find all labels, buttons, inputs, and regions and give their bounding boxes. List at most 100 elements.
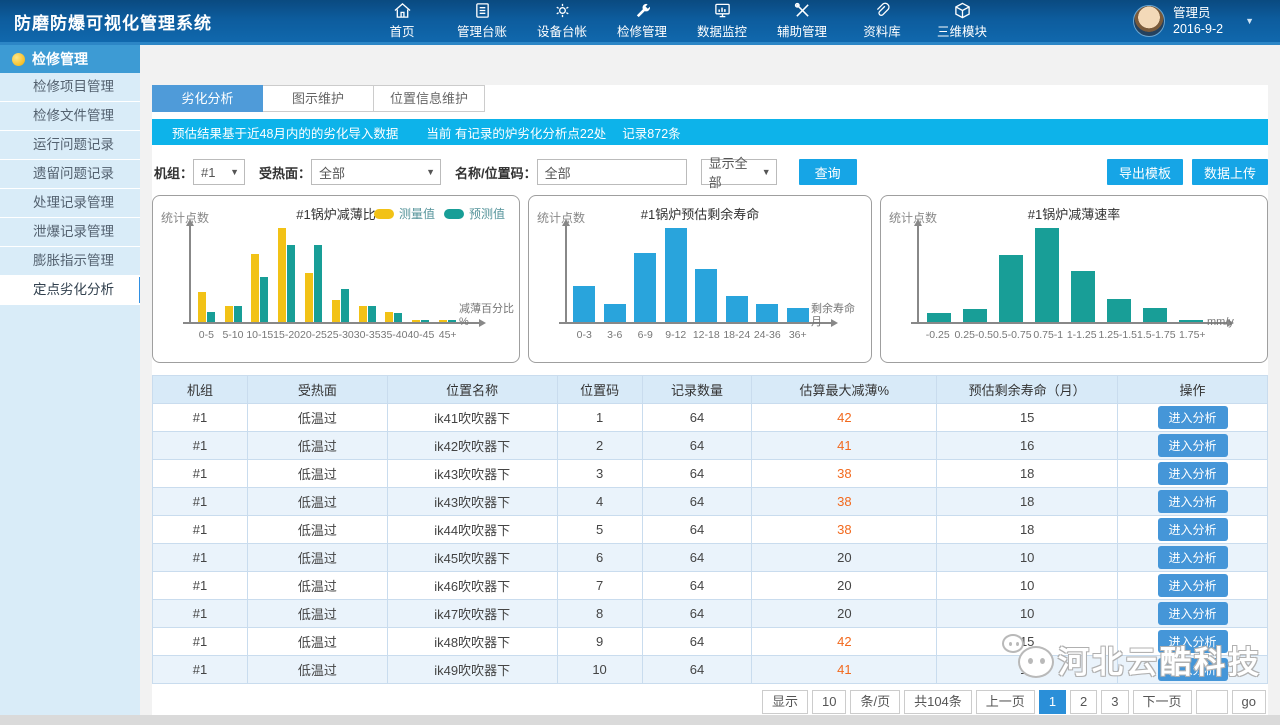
x-axis xyxy=(559,322,831,324)
tab-degradation-analysis[interactable]: 劣化分析 xyxy=(152,85,263,112)
table-cell: ik42吹吹器下 xyxy=(387,432,557,460)
table-cell: 64 xyxy=(642,628,752,656)
nav-ledger[interactable]: 管理台账 xyxy=(442,2,522,40)
table-cell: 20 xyxy=(752,544,937,572)
surface-select[interactable]: 全部▼ xyxy=(311,159,441,185)
nav-home[interactable]: 首页 xyxy=(362,2,442,40)
page-number-3[interactable]: 3 xyxy=(1101,690,1128,714)
home-icon xyxy=(393,2,412,19)
nav-3d-module[interactable]: 三维模块 xyxy=(922,2,1002,40)
table-cell: 低温过 xyxy=(247,628,387,656)
enter-analysis-button[interactable]: 进入分析 xyxy=(1158,602,1228,625)
bar-group xyxy=(434,228,461,322)
y-axis xyxy=(565,226,567,324)
enter-analysis-button[interactable]: 进入分析 xyxy=(1158,630,1228,653)
legend-label: 预测值 xyxy=(469,205,505,222)
data-upload-button[interactable]: 数据上传 xyxy=(1192,159,1268,185)
search-button[interactable]: 查询 xyxy=(799,159,857,185)
user-avatar xyxy=(1133,5,1165,37)
sidebar-item-5[interactable]: 泄爆记录管理 xyxy=(0,218,140,247)
sidebar-item-7[interactable]: 定点劣化分析 xyxy=(0,276,140,305)
x-tick-label: 0-5 xyxy=(193,329,220,345)
bar xyxy=(573,286,595,322)
notice-bar: 预估结果基于近48月内的的劣化导入数据 当前 有记录的炉劣化分析点22处 记录8… xyxy=(152,119,1268,145)
tab-diagram-maintenance[interactable]: 图示维护 xyxy=(263,85,374,112)
y-axis-label: 统计点数 xyxy=(889,209,937,226)
nav-maintenance[interactable]: 检修管理 xyxy=(602,2,682,40)
enter-analysis-button[interactable]: 进入分析 xyxy=(1158,490,1228,513)
enter-analysis-button[interactable]: 进入分析 xyxy=(1158,434,1228,457)
nav-equipment[interactable]: 设备台帐 xyxy=(522,2,602,40)
table-cell: 低温过 xyxy=(247,544,387,572)
table-cell: 20 xyxy=(752,600,937,628)
chevron-down-icon: ▼ xyxy=(420,167,435,177)
x-tick-label: 1.25-1.5 xyxy=(1098,329,1137,345)
name-code-input[interactable] xyxy=(537,159,687,185)
table-cell: 18 xyxy=(937,460,1118,488)
bar-group xyxy=(327,228,354,322)
sidebar-item-2[interactable]: 运行问题记录 xyxy=(0,131,140,160)
enter-analysis-button[interactable]: 进入分析 xyxy=(1158,406,1228,429)
sidebar-item-3[interactable]: 遗留问题记录 xyxy=(0,160,140,189)
sidebar-item-0[interactable]: 检修项目管理 xyxy=(0,73,140,102)
chart-legend: 测量值 预测值 xyxy=(374,205,509,222)
tab-position-info[interactable]: 位置信息维护 xyxy=(374,85,485,112)
table-cell: ik47吹吹器下 xyxy=(387,600,557,628)
bar xyxy=(665,228,687,322)
menu-dot-icon xyxy=(12,53,25,66)
table-cell: 20 xyxy=(752,572,937,600)
display-select[interactable]: 显示全部▼ xyxy=(701,159,777,185)
enter-analysis-button[interactable]: 进入分析 xyxy=(1158,658,1228,681)
nav-auxiliary[interactable]: 辅助管理 xyxy=(762,2,842,40)
notice-part-3: 记录872条 xyxy=(622,123,680,142)
pagination-total: 共104条 xyxy=(904,690,972,714)
page-size-select[interactable]: 10 xyxy=(812,690,846,714)
table-cell: 64 xyxy=(642,600,752,628)
enter-analysis-button[interactable]: 进入分析 xyxy=(1158,574,1228,597)
goto-page-input[interactable] xyxy=(1196,690,1228,714)
nav-equipment-label: 设备台帐 xyxy=(537,21,587,40)
chevron-down-icon[interactable]: ▼ xyxy=(1245,16,1254,26)
bar-group xyxy=(381,228,408,322)
bar-group xyxy=(273,228,300,322)
legend-swatch xyxy=(374,209,394,219)
nav-library[interactable]: 资料库 xyxy=(842,2,922,40)
bar xyxy=(341,289,349,322)
bar xyxy=(225,306,233,322)
table-cell: 64 xyxy=(642,572,752,600)
y-axis xyxy=(189,226,191,324)
enter-analysis-button[interactable]: 进入分析 xyxy=(1158,546,1228,569)
legend-label: 测量值 xyxy=(399,205,435,222)
sidebar-item-4[interactable]: 处理记录管理 xyxy=(0,189,140,218)
export-template-button[interactable]: 导出模板 xyxy=(1107,159,1183,185)
x-axis xyxy=(911,322,1227,324)
next-page-button[interactable]: 下一页 xyxy=(1133,690,1192,714)
go-button[interactable]: go xyxy=(1232,690,1266,714)
x-axis-label: 减薄百分比% xyxy=(459,303,515,331)
table-cell: 低温过 xyxy=(247,516,387,544)
x-tick-label: 30-35 xyxy=(354,329,381,345)
nav-maintenance-label: 检修管理 xyxy=(617,21,667,40)
page-number-2[interactable]: 2 xyxy=(1070,690,1097,714)
bar-group xyxy=(1029,228,1065,322)
x-tick-label: 9-12 xyxy=(661,329,692,345)
table-cell: 6 xyxy=(557,544,642,572)
nav-monitoring[interactable]: 数据监控 xyxy=(682,2,762,40)
table-header-2: 位置名称 xyxy=(387,376,557,404)
bar xyxy=(198,292,206,322)
sidebar-item-1[interactable]: 检修文件管理 xyxy=(0,102,140,131)
sidebar-item-6[interactable]: 膨胀指示管理 xyxy=(0,247,140,276)
bar xyxy=(787,308,809,322)
table-cell: 低温过 xyxy=(247,404,387,432)
bar xyxy=(1071,271,1095,322)
enter-analysis-button[interactable]: 进入分析 xyxy=(1158,462,1228,485)
plot-area xyxy=(193,228,461,322)
user-menu[interactable]: 管理员 2016-9-2 ▼ xyxy=(1133,5,1254,38)
x-tick-label: -0.25 xyxy=(921,329,954,345)
prev-page-button[interactable]: 上一页 xyxy=(976,690,1035,714)
enter-analysis-button[interactable]: 进入分析 xyxy=(1158,518,1228,541)
x-tick-label: 10-15 xyxy=(246,329,273,345)
unit-select[interactable]: #1▼ xyxy=(193,159,245,185)
page-number-1[interactable]: 1 xyxy=(1039,690,1066,714)
table-cell: #1 xyxy=(153,404,248,432)
